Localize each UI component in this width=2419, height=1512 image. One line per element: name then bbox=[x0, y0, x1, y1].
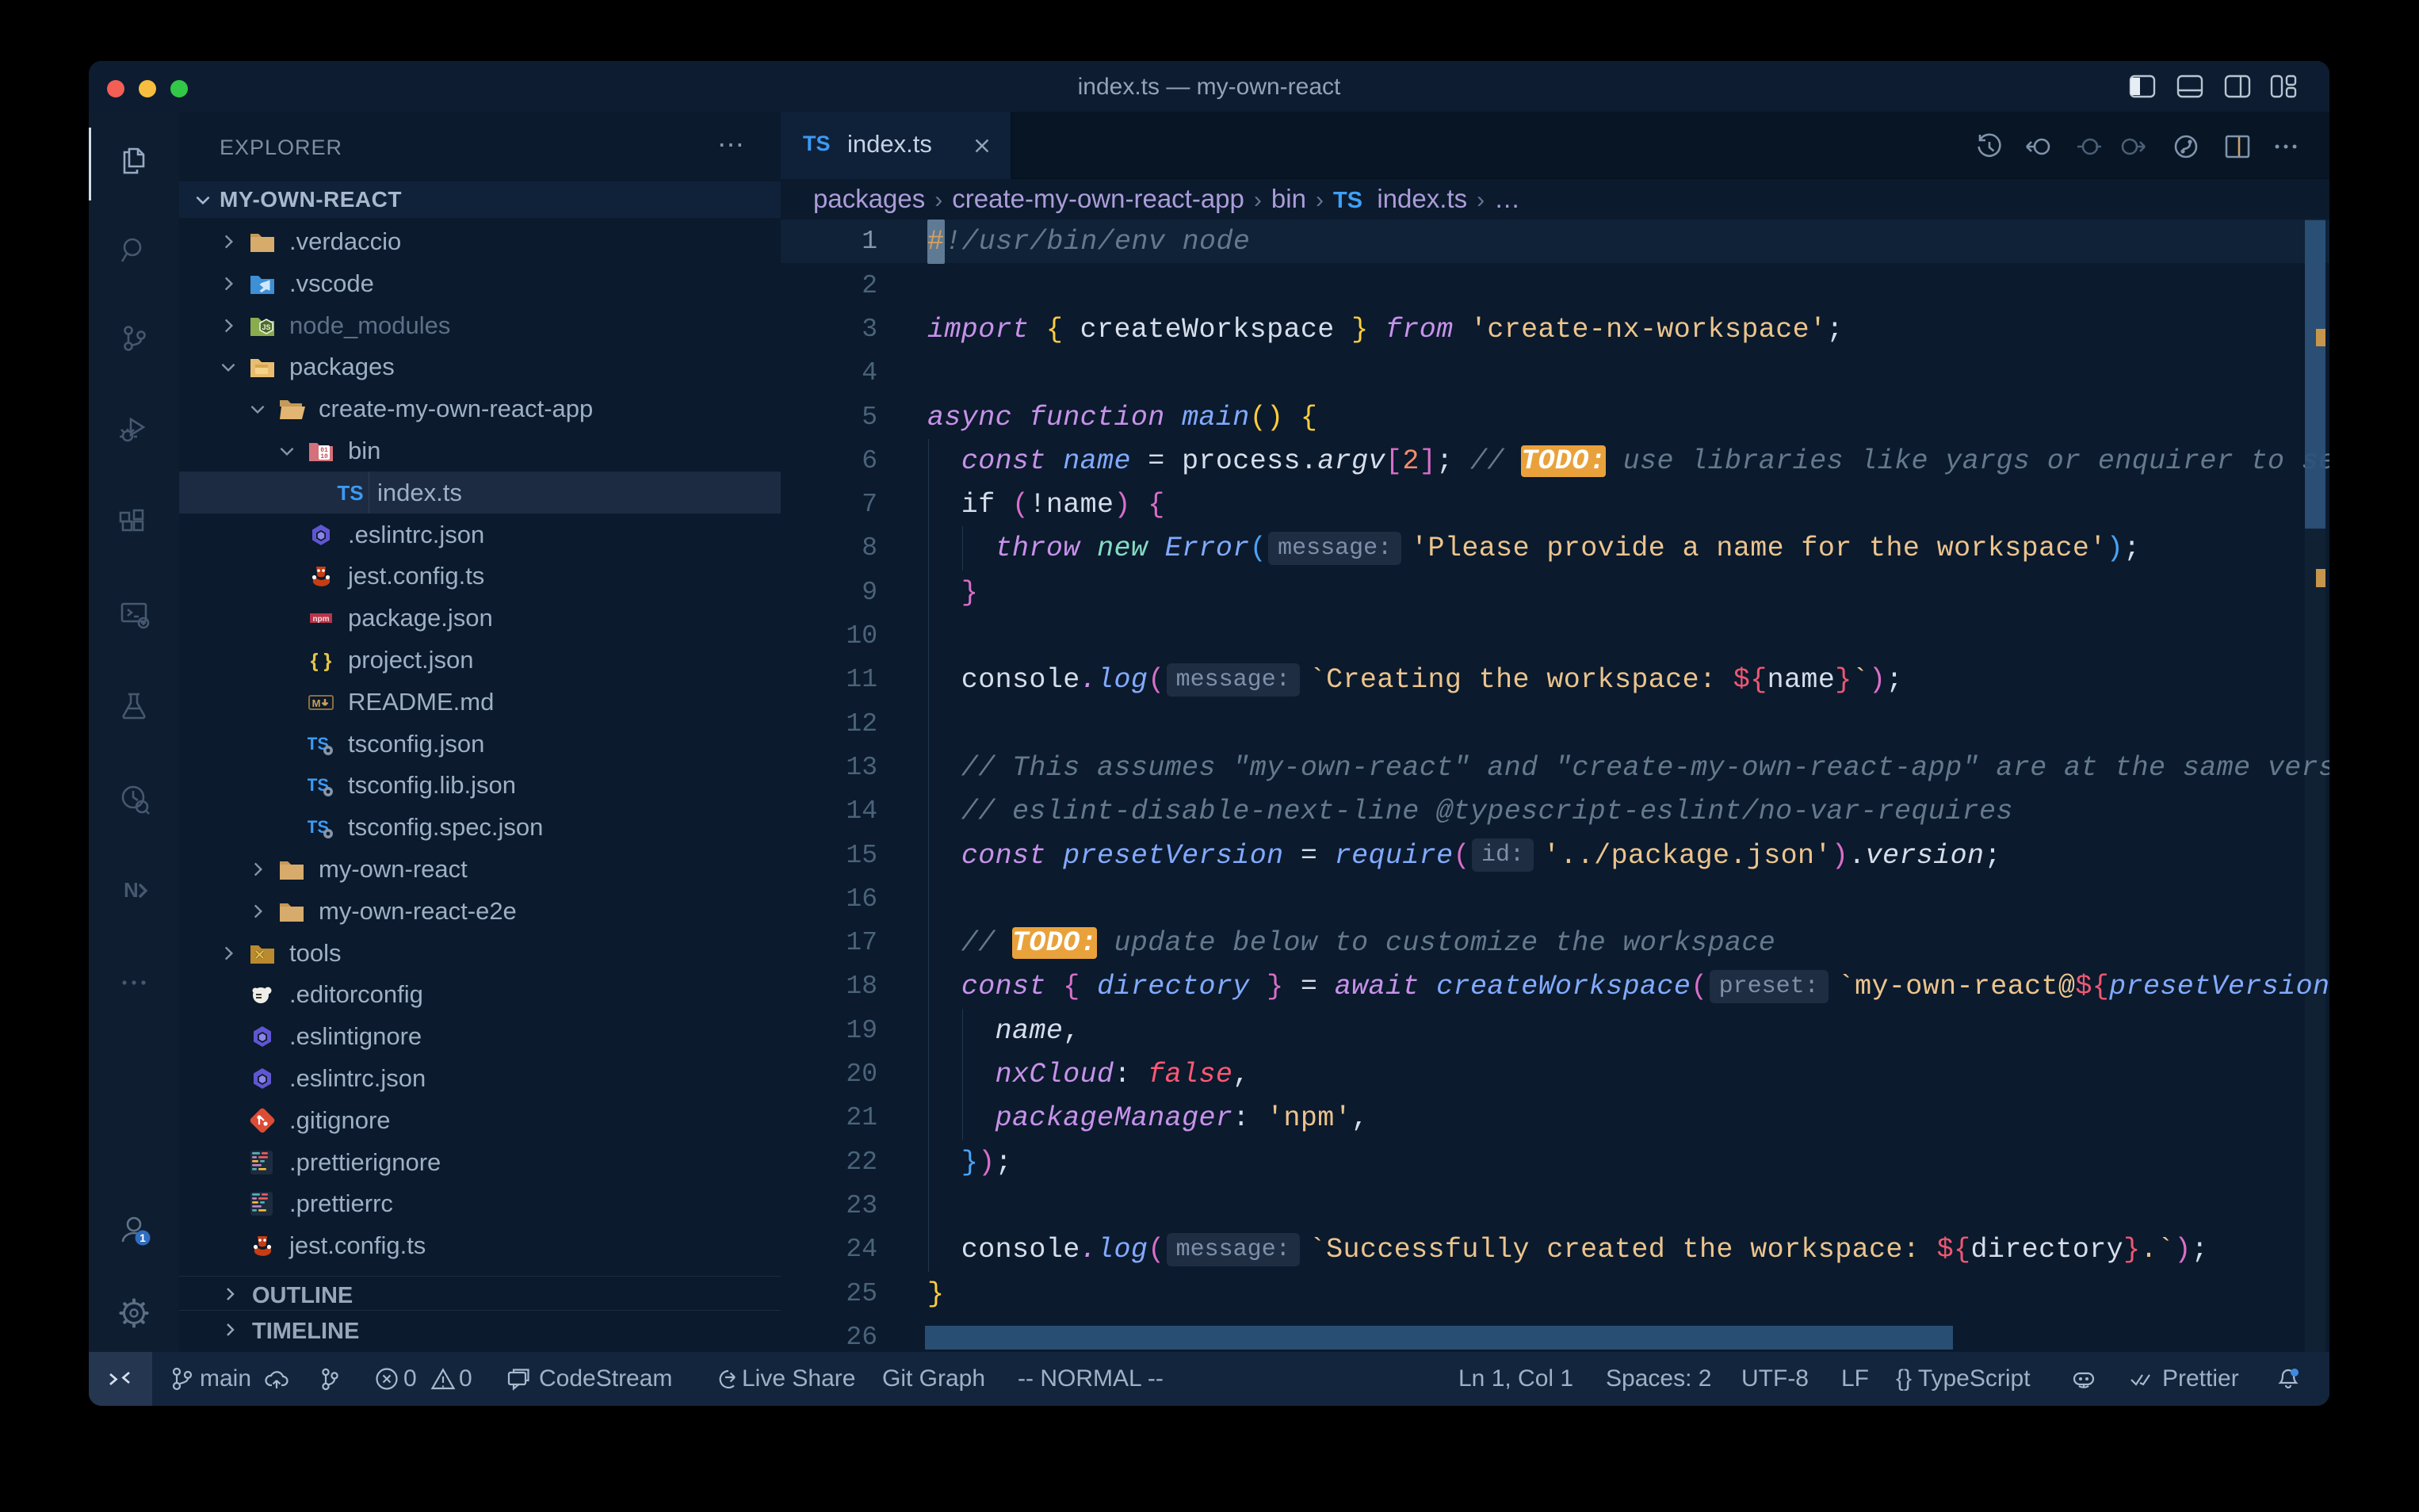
svg-text:TS: TS bbox=[337, 481, 363, 505]
svg-text:{ }: { } bbox=[311, 650, 332, 672]
svg-text:10: 10 bbox=[320, 453, 328, 460]
svg-text:npm: npm bbox=[312, 615, 329, 624]
svg-text:M: M bbox=[312, 697, 321, 709]
svg-text:JS: JS bbox=[262, 323, 270, 331]
svg-text:1: 1 bbox=[139, 1231, 146, 1244]
svg-text:N: N bbox=[124, 878, 139, 902]
